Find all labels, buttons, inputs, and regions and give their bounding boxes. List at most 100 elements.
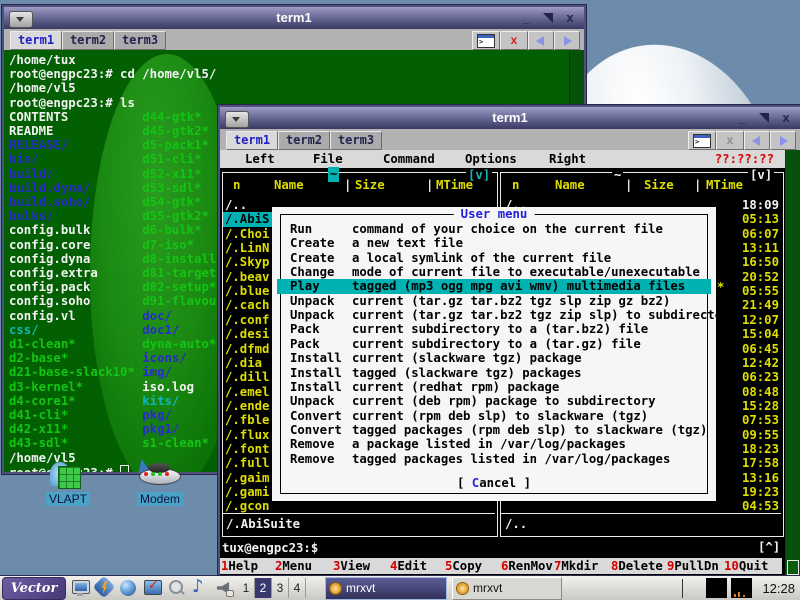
file-row[interactable]: /.LinN <box>225 241 269 255</box>
launcher-tools-icon[interactable] <box>94 578 115 598</box>
start-menu-button[interactable]: Vector <box>2 577 66 600</box>
user-menu-item[interactable]: Installcurrent (redhat rpm) package <box>272 380 716 394</box>
next-tab-button[interactable] <box>554 31 580 50</box>
fkey-help[interactable]: 1Help <box>221 558 258 574</box>
right-size-header[interactable]: Size <box>644 178 674 192</box>
tray-monitor-applet[interactable] <box>731 578 752 598</box>
left-sort-header[interactable]: n <box>233 178 240 192</box>
desktop-icon-vlapt[interactable]: VLAPT <box>42 460 94 508</box>
tab-term3[interactable]: term3 <box>114 31 166 50</box>
fkey-view[interactable]: 3View <box>333 558 370 574</box>
user-menu-item[interactable]: Changemode of current file to executable… <box>272 265 716 279</box>
right-mtime-header[interactable]: MTime <box>706 178 743 192</box>
tab-term3[interactable]: term3 <box>330 131 382 150</box>
next-tab-button[interactable] <box>770 131 796 150</box>
file-row[interactable]: /.dill <box>225 370 269 384</box>
left-panel-path[interactable]: ~ <box>328 167 339 182</box>
right-sort-header[interactable]: n <box>512 178 519 192</box>
right-panel-dropdown[interactable]: [v] <box>748 168 774 183</box>
scrollbar[interactable] <box>785 150 800 577</box>
file-row[interactable]: /.fble <box>225 413 269 427</box>
new-tab-button[interactable]: > <box>472 31 500 50</box>
close-tab-button[interactable]: x <box>716 131 744 150</box>
fkey-pulldn[interactable]: 9PullDn <box>667 558 719 574</box>
workspace-4[interactable]: 4 <box>289 578 306 598</box>
cancel-button[interactable]: [ Cancel ] <box>272 476 716 490</box>
scrollbar-thumb[interactable] <box>787 560 799 575</box>
user-menu-item[interactable]: Installcurrent (slackware tgz) package <box>272 351 716 365</box>
left-mtime-header[interactable]: MTime <box>436 178 473 192</box>
file-row[interactable]: /.cach <box>225 298 269 312</box>
file-row[interactable]: /.flux <box>225 428 269 442</box>
user-menu-item[interactable]: Convertcurrent (rpm deb slp) to slackwar… <box>272 409 716 423</box>
fkey-delete[interactable]: 8Delete <box>611 558 663 574</box>
user-menu-item[interactable]: Createa local symlink of the current fil… <box>272 251 716 265</box>
right-panel-path[interactable]: ~ <box>612 168 623 183</box>
tray-applet[interactable] <box>706 578 727 598</box>
fkey-mkdir[interactable]: 7Mkdir <box>554 558 598 574</box>
tab-term2[interactable]: term2 <box>278 131 330 150</box>
mc-menu-right[interactable]: Right <box>549 150 586 168</box>
close-button[interactable]: x <box>776 107 796 129</box>
file-row[interactable]: /.beav <box>225 270 269 284</box>
fkey-menu[interactable]: 2Menu <box>275 558 312 574</box>
file-row[interactable]: /.Choi <box>225 227 269 241</box>
file-row[interactable]: /.. <box>225 198 247 212</box>
minimize-button[interactable]: _ <box>732 107 752 129</box>
user-menu-item[interactable]: Unpackcurrent (tar.gz tar.bz2 tgz zip sl… <box>272 308 716 322</box>
minimize-button[interactable]: _ <box>516 7 536 29</box>
fkey-quit[interactable]: 10Quit <box>724 558 768 574</box>
mc-history-marker[interactable]: [^] <box>758 540 780 554</box>
desktop-icon-modem[interactable]: Modem <box>134 460 186 508</box>
file-row[interactable]: /.gaim <box>225 471 269 485</box>
titlebar[interactable]: term1 _ x <box>220 107 800 129</box>
user-menu-item[interactable]: Packcurrent subdirectory to a (tar.gz) f… <box>272 337 716 351</box>
user-menu-item[interactable]: Converttagged packages (rpm deb slp) to … <box>272 423 716 437</box>
launcher-media-icon[interactable]: ♪ <box>190 578 211 598</box>
workspace-1[interactable]: 1 <box>238 578 255 598</box>
tab-term2[interactable]: term2 <box>62 31 114 50</box>
file-row[interactable]: /.emel <box>225 385 269 399</box>
file-row[interactable]: /.font <box>225 442 269 456</box>
taskbar-task-mrxvt-inactive[interactable]: mrxvt <box>452 577 562 600</box>
mc-menu-command[interactable]: Command <box>383 150 435 168</box>
tab-term1[interactable]: term1 <box>10 31 62 50</box>
user-menu-item[interactable]: Packcurrent subdirectory to a (tar.bz2) … <box>272 322 716 336</box>
user-menu-item[interactable]: Unpackcurrent (tar.gz tar.bz2 tgz slp zi… <box>272 294 716 308</box>
left-size-header[interactable]: Size <box>355 178 385 192</box>
file-row[interactable]: /.blue <box>225 284 269 298</box>
launcher-browser-icon[interactable] <box>118 578 139 598</box>
file-mtime[interactable]: 04:53 <box>700 499 779 513</box>
tab-term1[interactable]: term1 <box>226 131 278 150</box>
prev-tab-button[interactable] <box>744 131 770 150</box>
mc-menu-options[interactable]: Options <box>465 150 517 168</box>
file-row[interactable]: /.Skyp <box>225 255 269 269</box>
mc-menu-file[interactable]: File <box>313 150 343 168</box>
launcher-terminal-icon[interactable] <box>70 578 91 598</box>
user-menu-item[interactable]: Unpackcurrent (deb rpm) package to subdi… <box>272 394 716 408</box>
file-row[interactable]: /.gami <box>225 485 269 499</box>
fkey-renmov[interactable]: 6RenMov <box>501 558 553 574</box>
user-menu-item[interactable]: Createa new text file <box>272 236 716 250</box>
close-button[interactable]: x <box>560 7 580 29</box>
titlebar[interactable]: term1 _ x <box>4 7 584 29</box>
new-tab-button[interactable]: > <box>688 131 716 150</box>
mc-command-prompt[interactable]: tux@engpc23:$ <box>222 541 318 555</box>
prev-tab-button[interactable] <box>528 31 554 50</box>
launcher-search-icon[interactable] <box>166 578 187 598</box>
workspace-2[interactable]: 2 <box>255 578 272 598</box>
close-tab-button[interactable]: x <box>500 31 528 50</box>
window-menu-button[interactable] <box>9 11 33 28</box>
file-row[interactable]: /.dfmd <box>225 342 269 356</box>
maximize-button[interactable] <box>538 7 558 29</box>
file-row[interactable]: /.desi <box>225 327 269 341</box>
workspace-3[interactable]: 3 <box>272 578 289 598</box>
user-menu-item[interactable]: Installtagged (slackware tgz) packages <box>272 366 716 380</box>
file-row[interactable]: /.AbiS <box>225 212 269 226</box>
user-menu-item[interactable]: Removetagged packages listed in /var/log… <box>272 452 716 466</box>
user-menu-item[interactable]: Playtagged (mp3 ogg mpg avi wmv) multime… <box>272 279 716 293</box>
file-row[interactable]: /.full <box>225 456 269 470</box>
file-row[interactable]: /.dia <box>225 356 262 370</box>
right-name-header[interactable]: Name <box>555 178 585 192</box>
mc-menu-left[interactable]: Left <box>245 150 275 168</box>
